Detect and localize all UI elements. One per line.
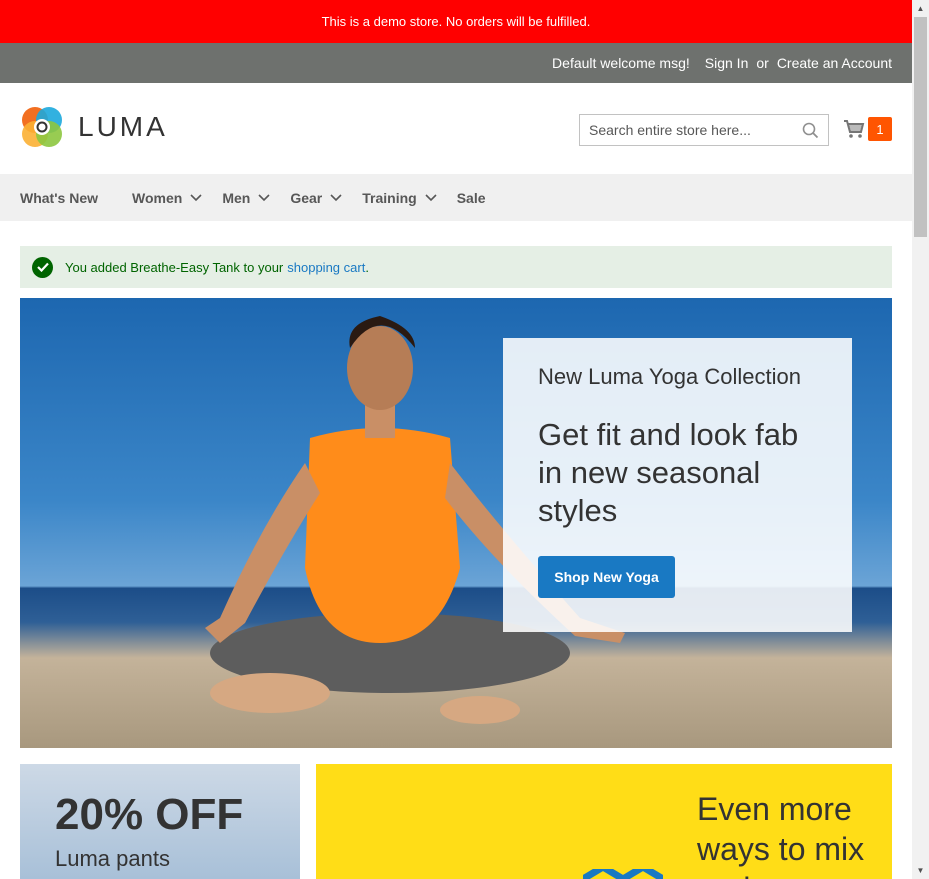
cart-count-badge[interactable]: 1 — [868, 117, 892, 141]
promo-mix-block[interactable]: Even more ways to mix and — [316, 764, 892, 879]
hero-content-box: New Luma Yoga Collection Get fit and loo… — [503, 338, 852, 632]
nav-sale[interactable]: Sale — [457, 190, 486, 206]
hero-subtitle: New Luma Yoga Collection — [538, 364, 801, 389]
create-account-link[interactable]: Create an Account — [777, 55, 892, 71]
nav-label: Sale — [456, 189, 486, 206]
search-placeholder: Search entire store here... — [589, 122, 751, 138]
shop-new-yoga-button[interactable]: Shop New Yoga — [538, 556, 675, 598]
promo-subline: Luma pants — [55, 846, 170, 871]
logo[interactable]: LUMA — [20, 105, 168, 149]
or-separator: or — [756, 55, 769, 71]
sign-in-link[interactable]: Sign In — [705, 55, 749, 71]
chevron-down-icon — [330, 193, 342, 201]
nav-label: What's New — [20, 189, 99, 206]
search-input[interactable]: Search entire store here... — [579, 114, 829, 146]
hero-banner[interactable]: New Luma Yoga Collection Get fit and loo… — [20, 298, 892, 748]
shopping-cart-link[interactable]: shopping cart — [287, 260, 365, 275]
main-navigation: What's New Women Men Gear Training Sale — [0, 174, 912, 221]
scroll-down-icon[interactable]: ▼ — [912, 862, 929, 879]
promo-text: Even more ways to mix and — [697, 791, 865, 879]
nav-label: Gear — [290, 189, 323, 206]
chevron-down-icon — [190, 193, 202, 201]
nav-gear[interactable]: Gear — [290, 190, 342, 206]
message-suffix: . — [365, 259, 369, 275]
message-text: You added Breathe-Easy Tank to your — [65, 259, 284, 275]
nav-men[interactable]: Men — [222, 190, 270, 206]
checkmark-icon — [32, 256, 53, 278]
chevron-down-icon — [258, 193, 270, 201]
nav-whats-new[interactable]: What's New — [20, 190, 98, 206]
hero-title: Get fit and look fab in new seasonal sty… — [538, 417, 799, 528]
logo-text: LUMA — [78, 111, 168, 142]
luma-logo-icon — [22, 107, 62, 147]
nav-training[interactable]: Training — [362, 189, 437, 206]
scroll-up-icon[interactable]: ▲ — [912, 0, 929, 17]
nav-label: Women — [132, 189, 183, 206]
nav-label: Training — [362, 189, 417, 206]
success-message: You added Breathe-Easy Tank to your shop… — [20, 246, 892, 288]
search-icon[interactable] — [802, 122, 819, 139]
welcome-message: Default welcome msg! — [552, 55, 690, 71]
promo-headline: 20% OFF — [55, 790, 244, 839]
demo-store-notice: This is a demo store. No orders will be … — [0, 0, 912, 43]
vertical-scrollbar[interactable]: ▲ ▼ — [912, 0, 929, 879]
minicart[interactable]: 1 — [843, 117, 892, 141]
cart-icon[interactable] — [843, 119, 865, 139]
header-panel: Default welcome msg! Sign In or Create a… — [0, 43, 912, 83]
nav-label: Men — [222, 189, 251, 206]
promo-graphic — [583, 869, 663, 879]
nav-women[interactable]: Women — [132, 190, 202, 206]
scrollbar-thumb[interactable] — [914, 17, 927, 237]
chevron-down-icon — [425, 193, 437, 201]
site-header: LUMA Search entire store here... 1 — [0, 83, 912, 174]
promo-pants-block[interactable]: 20% OFF Luma pants — [20, 764, 300, 879]
